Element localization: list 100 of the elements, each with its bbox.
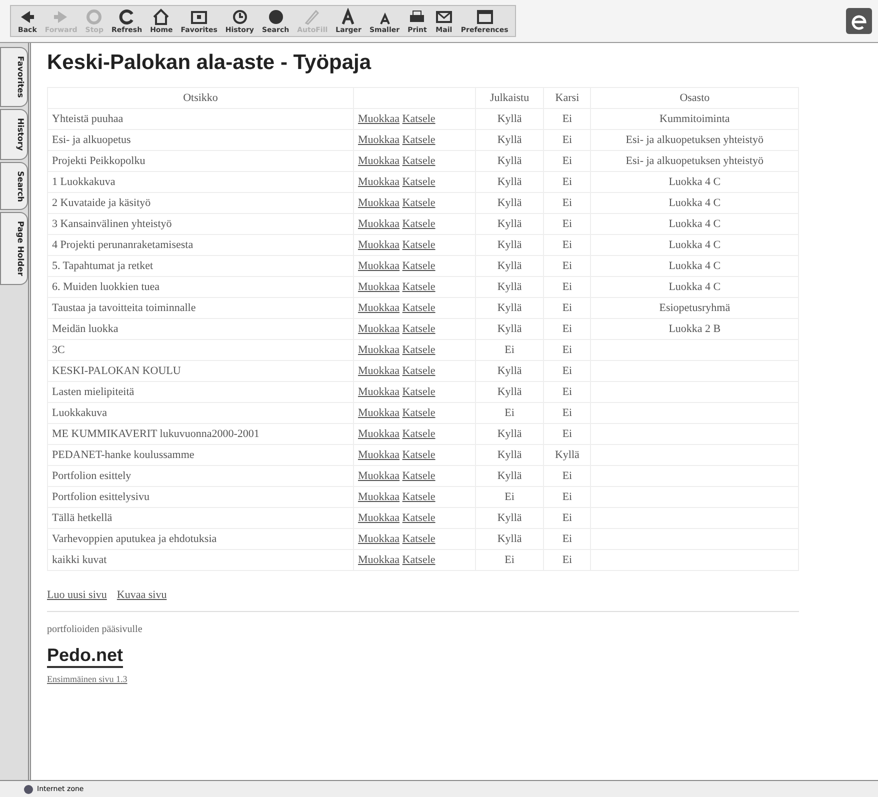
table-cell: Luokkakuva [52,407,107,419]
edit-link[interactable]: Muokkaa [358,554,400,566]
edit-link[interactable]: Muokkaa [358,428,400,440]
table-cell: Luokka 4 C [668,176,721,188]
view-link[interactable]: Katsele [402,260,436,272]
edit-link[interactable]: Muokkaa [358,470,400,482]
table-cell: Luokka 4 C [668,260,721,272]
table-cell: Meidän luokka [52,323,118,335]
table-cell: Tällä hetkellä [52,512,112,524]
table-cell: Ei [562,386,572,398]
table-cell: Kyllä [497,470,522,482]
action-link[interactable]: Kuvaa sivu [116,589,167,601]
view-link[interactable]: Katsele [402,554,436,566]
view-link[interactable]: Katsele [402,134,436,146]
browser-logo-icon [846,8,872,34]
table-cell: Luokka 4 C [668,281,721,293]
site-logo[interactable]: Pedo.net [47,645,124,668]
view-link[interactable]: Katsele [402,470,436,482]
table-cell: Ei [504,554,514,566]
table-cell: Kyllä [497,155,522,167]
table-cell: Esi- ja alkuopetus [52,134,131,146]
table-cell: Ei [562,176,572,188]
table-cell: 3 Kansainvälinen yhteistyö [52,218,172,230]
table-cell: Ei [562,281,572,293]
table-cell: Ei [562,554,572,566]
view-link[interactable]: Katsele [402,428,436,440]
edit-link[interactable]: Muokkaa [358,407,400,419]
table-cell: Kyllä [497,386,522,398]
table-cell: Kyllä [497,365,522,377]
table-cell: Ei [504,344,514,356]
edit-link[interactable]: Muokkaa [358,155,400,167]
edit-link[interactable]: Muokkaa [358,512,400,524]
edit-link[interactable]: Muokkaa [358,449,400,461]
view-link[interactable]: Katsele [402,176,436,188]
view-link[interactable]: Katsele [402,281,436,293]
table-cell: 6. Muiden luokkien tuea [52,281,160,293]
table-cell: Ei [562,155,572,167]
view-link[interactable]: Katsele [402,344,436,356]
edit-link[interactable]: Muokkaa [358,344,400,356]
view-link[interactable]: Katsele [402,365,436,377]
table-cell: Ei [562,134,572,146]
edit-link[interactable]: Muokkaa [358,491,400,503]
view-link[interactable]: Katsele [402,239,436,251]
view-link[interactable]: Katsele [402,302,436,314]
edit-link[interactable]: Muokkaa [358,323,400,335]
edit-link[interactable]: Muokkaa [358,113,400,125]
view-link[interactable]: Katsele [402,386,436,398]
table-cell: Esi- ja alkuopetuksen yhteistyö [626,155,764,167]
table-cell: 4 Projekti perunanraketamisesta [52,239,194,251]
table-cell: Kyllä [497,260,522,272]
column-header: Julkaistu [490,92,530,104]
edit-link[interactable]: Muokkaa [358,533,400,545]
table-cell: Ei [562,512,572,524]
edit-link[interactable]: Muokkaa [358,260,400,272]
edit-link[interactable]: Muokkaa [358,302,400,314]
folder-icon [190,8,208,26]
edit-link[interactable]: Muokkaa [358,239,400,251]
edit-link[interactable]: Muokkaa [358,218,400,230]
sidebar-tab[interactable]: Search [0,162,28,210]
version-link[interactable]: Ensimmäinen sivu 1.3 [47,674,128,684]
table-cell: KESKI-PALOKAN KOULU [52,365,181,377]
view-link[interactable]: Katsele [402,491,436,503]
sidebar-tab[interactable]: History [0,108,28,160]
table-cell: Kyllä [497,512,522,524]
pencil-icon [303,8,322,26]
table-cell: Kyllä [497,239,522,251]
edit-link[interactable]: Muokkaa [358,386,400,398]
table-cell: Kyllä [497,134,522,146]
view-link[interactable]: Katsele [402,533,436,545]
view-link[interactable]: Katsele [402,407,436,419]
table-cell: Ei [562,491,572,503]
sidebar-tab[interactable]: Page Holder [0,212,28,286]
table-cell: Ei [562,533,572,545]
refresh-icon [118,8,136,26]
sidebar-tab[interactable]: Favorites [0,47,28,107]
view-link[interactable]: Katsele [402,155,436,167]
view-link[interactable]: Katsele [402,512,436,524]
edit-link[interactable]: Muokkaa [358,176,400,188]
table-cell: Ei [562,260,572,272]
back-link[interactable]: portfolioiden pääsivulle [47,624,142,635]
view-link[interactable]: Katsele [402,197,436,209]
edit-link[interactable]: Muokkaa [358,281,400,293]
table-cell: Kyllä [554,449,580,461]
edit-link[interactable]: Muokkaa [358,197,400,209]
view-link[interactable]: Katsele [402,113,436,125]
table-cell: Lasten mielipiteitä [52,386,134,398]
table-cell: Luokka 4 C [668,218,721,230]
table-cell: Luokka 4 C [668,239,721,251]
table-cell: Kyllä [497,323,522,335]
view-link[interactable]: Katsele [402,218,436,230]
table-cell: Kyllä [497,302,522,314]
edit-link[interactable]: Muokkaa [358,365,400,377]
action-link[interactable]: Luo uusi sivu [47,589,107,601]
edit-link[interactable]: Muokkaa [358,134,400,146]
view-link[interactable]: Katsele [402,449,436,461]
view-link[interactable]: Katsele [402,323,436,335]
table-cell: Kyllä [497,281,522,293]
page-title: Keski-Palokan ala-aste - Työpaja [47,51,372,75]
table-cell: Ei [504,491,514,503]
clock-icon [230,8,249,26]
